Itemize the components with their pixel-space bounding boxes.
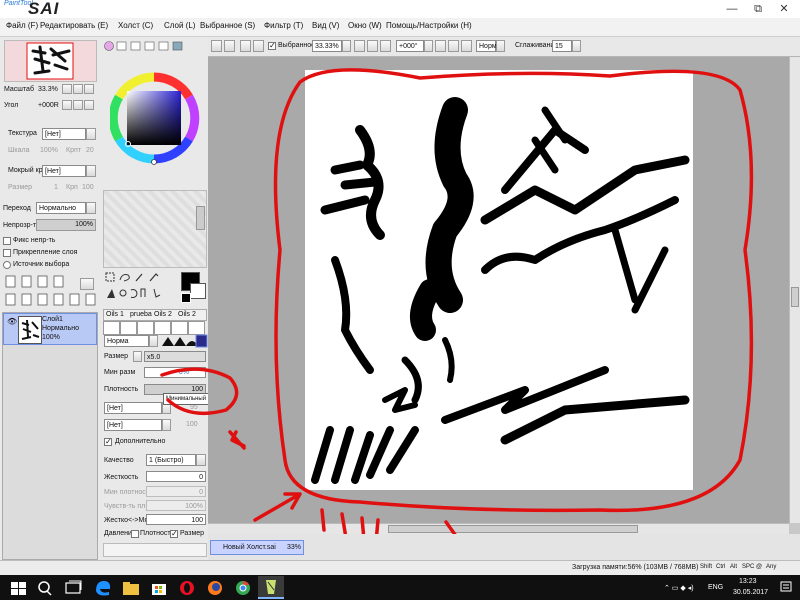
opera-icon[interactable] <box>176 578 198 598</box>
file-explorer-icon[interactable] <box>120 578 142 598</box>
key-ctrl: Ctrl <box>716 564 726 570</box>
windows-start-icon[interactable] <box>8 578 30 598</box>
language-indicator[interactable]: ENG <box>708 584 723 591</box>
edge-browser-icon[interactable] <box>92 578 114 598</box>
clock-date[interactable]: 30.05.2017 <box>733 589 768 596</box>
key-at: @ <box>756 564 763 570</box>
document-name: Новый Холст.sai <box>223 544 276 551</box>
chrome-icon[interactable] <box>232 578 254 598</box>
document-tab[interactable]: Новый Холст.sai 33% <box>210 540 304 555</box>
store-icon[interactable] <box>148 578 170 598</box>
key-shift: Shift <box>700 564 713 570</box>
tray-icons[interactable]: ⌃ ▭ ◆ ◂) <box>664 584 694 592</box>
sai-taskbar-icon[interactable] <box>258 576 284 599</box>
document-zoom: 33% <box>287 544 302 551</box>
status-bar: Загрузка памяти:56% (103MB / 768MB) Shif… <box>0 560 800 576</box>
red-annotation-overlay <box>160 68 754 585</box>
key-spc: SPC <box>742 564 755 570</box>
key-alt: Alt <box>730 564 738 570</box>
notifications-icon[interactable] <box>780 580 792 594</box>
clock-time[interactable]: 13:23 <box>739 578 757 585</box>
task-view-icon[interactable] <box>62 578 84 598</box>
search-icon[interactable] <box>34 578 56 598</box>
document-tab-bar: Новый Холст.sai 33% <box>208 534 800 560</box>
firefox-icon[interactable] <box>204 578 226 598</box>
memory-status: Загрузка памяти:56% (103MB / 768MB) <box>572 564 699 571</box>
key-any: Any <box>766 564 777 570</box>
